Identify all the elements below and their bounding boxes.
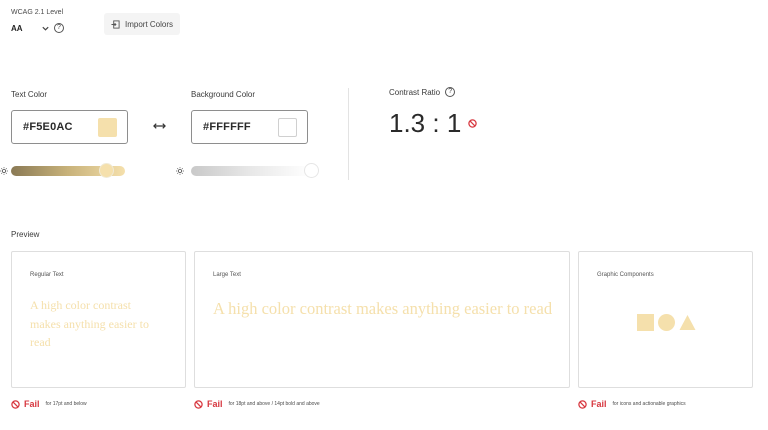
contrast-ratio-display: 1.3 : 1 (389, 108, 478, 139)
swap-colors-icon[interactable] (153, 121, 166, 131)
background-color-swatch[interactable] (278, 117, 297, 137)
no-icon (194, 399, 203, 409)
no-icon (11, 399, 20, 409)
regular-text-sample: A high color contrast makes anything eas… (30, 298, 149, 349)
regular-text-result: Fail for 17pt and below (11, 399, 87, 409)
background-color-input[interactable]: #FFFFFF (191, 110, 308, 144)
section-divider (348, 88, 349, 180)
text-color-label: Text Color (11, 90, 48, 99)
background-brightness-slider[interactable] (191, 166, 311, 176)
import-colors-label: Import Colors (125, 19, 174, 29)
result-status: Fail (591, 399, 607, 409)
result-note: for 17pt and below (45, 401, 87, 407)
help-icon[interactable]: ? (54, 23, 64, 33)
import-colors-button[interactable]: Import Colors (104, 13, 180, 35)
import-icon (111, 19, 120, 29)
background-color-hex: #FFFFFF (203, 121, 251, 133)
contrast-ratio-header: Contrast Ratio ? (389, 87, 456, 97)
square-shape (637, 314, 654, 331)
result-note: for 18pt and above / 14pt bold and above (228, 401, 320, 407)
large-text-card: Large Text A high color contrast makes a… (194, 251, 570, 388)
help-icon[interactable]: ? (445, 87, 456, 97)
result-note: for icons and actionable graphics (612, 401, 686, 407)
graphic-components-result: Fail for icons and actionable graphics (578, 399, 686, 409)
result-status: Fail (207, 399, 223, 409)
large-text-title: Large Text (213, 272, 241, 278)
circle-shape (658, 314, 675, 331)
brightness-icon (176, 167, 184, 175)
wcag-level-label: WCAG 2.1 Level (11, 9, 64, 16)
wcag-level-value: AA (11, 23, 23, 33)
no-icon (468, 119, 478, 128)
regular-text-card: Regular Text A high color contrast makes… (11, 251, 186, 388)
no-icon (578, 399, 587, 409)
result-status: Fail (24, 399, 40, 409)
triangle-shape (679, 315, 696, 330)
regular-text-title: Regular Text (30, 272, 64, 278)
text-color-hex: #F5E0AC (23, 121, 73, 133)
chevron-down-icon[interactable] (41, 24, 50, 33)
contrast-ratio-value: 1.3 : 1 (389, 108, 462, 138)
large-text-sample: A high color contrast makes anything eas… (213, 299, 553, 318)
large-text-result: Fail for 18pt and above / 14pt bold and … (194, 399, 320, 409)
graphic-shapes (637, 314, 696, 331)
text-color-swatch[interactable] (98, 117, 117, 137)
contrast-ratio-label: Contrast Ratio (389, 87, 441, 97)
text-color-input[interactable]: #F5E0AC (11, 110, 128, 144)
wcag-level-selector[interactable]: AA ? (11, 23, 64, 33)
graphic-components-title: Graphic Components (597, 272, 654, 278)
preview-label: Preview (11, 230, 40, 239)
brightness-icon (0, 167, 8, 175)
graphic-components-card: Graphic Components (578, 251, 753, 388)
background-color-label: Background Color (191, 90, 256, 99)
background-brightness-thumb[interactable] (303, 163, 319, 178)
